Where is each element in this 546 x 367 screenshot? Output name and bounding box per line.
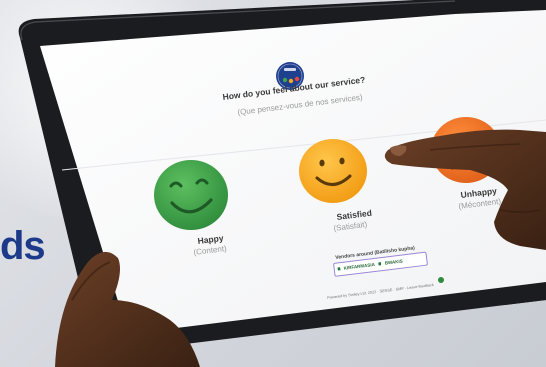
photo-scene: ds How do you feel about our service? (Q…: [0, 0, 546, 367]
satisfied-face-icon: [299, 139, 367, 203]
flag-icon: [378, 262, 384, 266]
status-dot-icon: [438, 277, 444, 283]
tablet-illustration: [18, 0, 546, 367]
vendor-1[interactable]: KIRFARMASIA: [343, 262, 374, 271]
flag-icon: [337, 267, 343, 271]
vendor-2[interactable]: BWAKIS: [384, 259, 402, 266]
happy-face-icon: [154, 160, 228, 230]
